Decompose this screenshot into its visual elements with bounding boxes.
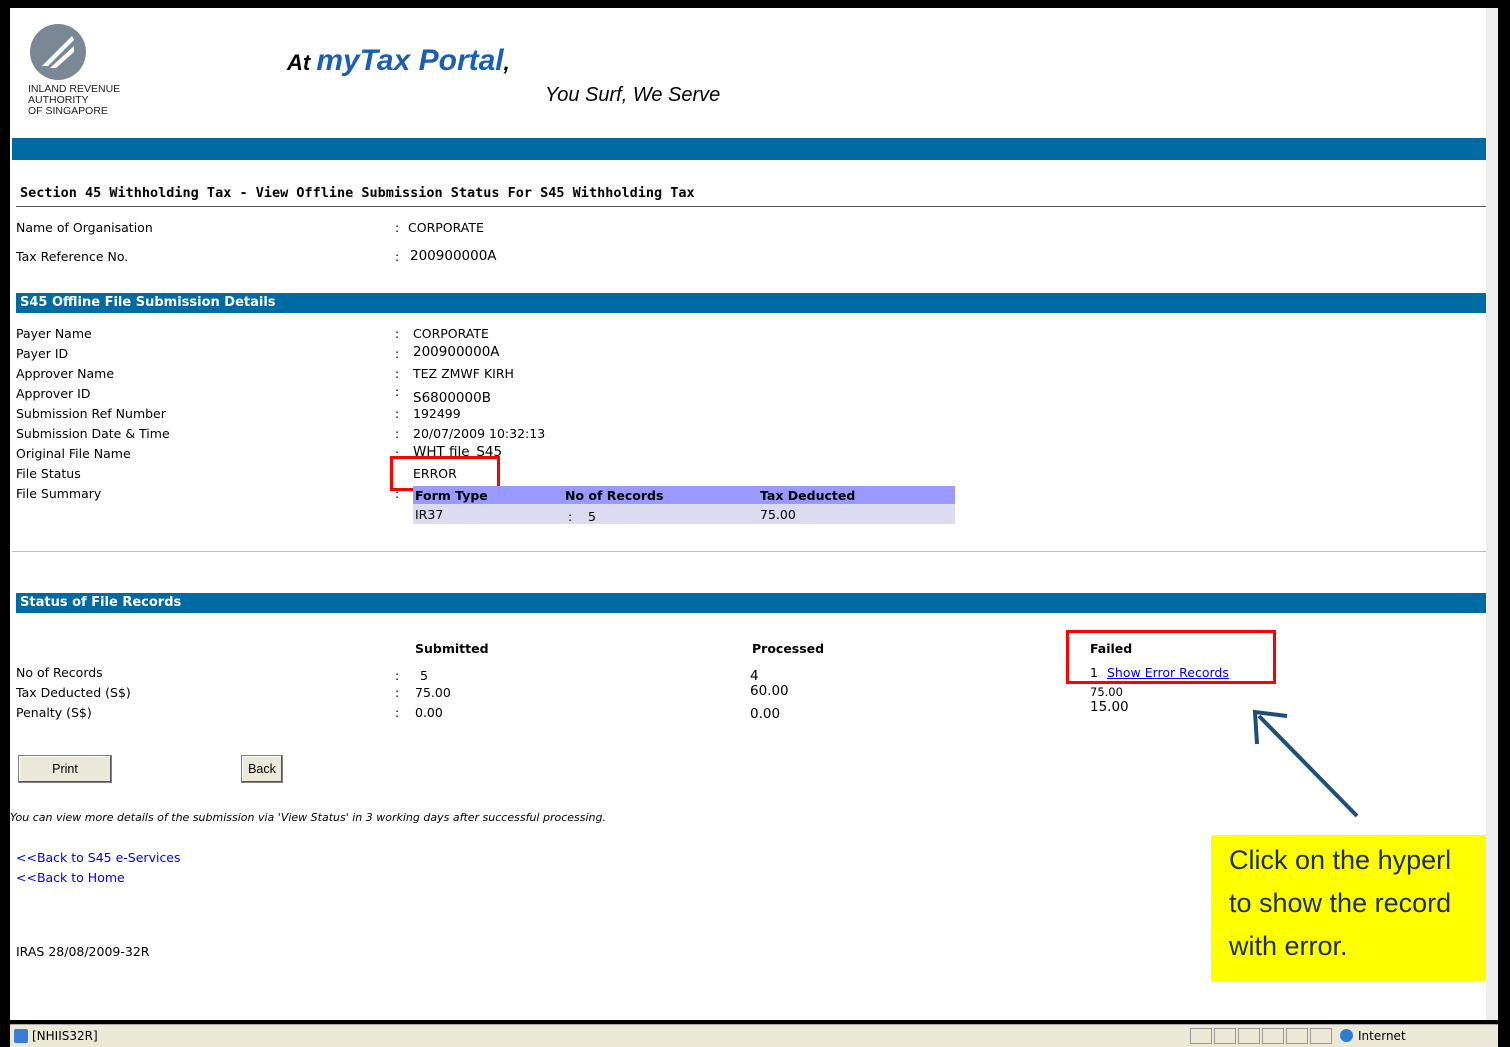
- detail-label: File Summary: [16, 486, 102, 501]
- back-to-home-link[interactable]: <<Back to Home: [16, 870, 125, 885]
- summary-col-form-type: Form Type: [415, 488, 488, 503]
- detail-colon: :: [395, 384, 400, 399]
- status-cell: [1262, 1028, 1284, 1044]
- org-name-label: Name of Organisation: [16, 220, 153, 235]
- status-colon: :: [395, 668, 400, 683]
- detail-colon: :: [395, 346, 400, 361]
- col-submitted: Submitted: [415, 641, 489, 656]
- detail-value: 20/07/2009 10:32:13: [413, 426, 546, 441]
- summary-col-tax: Tax Deducted: [760, 488, 856, 503]
- summary-form-type: IR37: [415, 507, 444, 522]
- detail-colon: :: [395, 406, 400, 421]
- browser-status-bar: [NHIIS32R] Internet: [10, 1024, 1498, 1047]
- submitted-value: 0.00: [415, 705, 443, 720]
- vertical-scrollbar[interactable]: [1486, 8, 1498, 1020]
- taxref-colon: :: [395, 249, 400, 264]
- detail-value: 192499: [413, 406, 461, 421]
- file-summary-table: Form Type No of Records Tax Deducted IR3…: [413, 486, 955, 524]
- iras-logo-icon: [30, 24, 86, 80]
- detail-colon: :: [395, 426, 400, 441]
- title-divider: [16, 206, 1496, 207]
- browser-viewport: INLAND REVENUE AUTHORITY OF SINGAPORE At…: [10, 8, 1498, 1020]
- slogan-brand: myTax Portal: [316, 44, 504, 77]
- taxref-label: Tax Reference No.: [16, 249, 129, 264]
- portal-tagline: You Surf, We Serve: [545, 84, 721, 106]
- callout-line-3: with error.: [1229, 931, 1348, 961]
- detail-label: Submission Date & Time: [16, 426, 170, 441]
- iras-logo: [28, 22, 88, 82]
- status-cell: [1190, 1028, 1212, 1044]
- processed-value: 60.00: [750, 683, 789, 699]
- status-cell: [1310, 1028, 1332, 1044]
- details-section-header: S45 Offline File Submission Details: [16, 293, 1496, 313]
- globe-icon: [1340, 1029, 1353, 1042]
- detail-value: CORPORATE: [413, 326, 489, 341]
- processed-value: 0.00: [750, 706, 781, 722]
- detail-label: File Status: [16, 466, 81, 481]
- processed-value: 4: [750, 668, 759, 684]
- status-colon: :: [395, 705, 400, 720]
- status-label: No of Records: [16, 665, 103, 680]
- status-cell: [1214, 1028, 1236, 1044]
- detail-label: Approver ID: [16, 386, 91, 401]
- back-button[interactable]: Back: [241, 755, 283, 783]
- page-title: Section 45 Withholding Tax - View Offlin…: [20, 185, 695, 201]
- summary-header-row: [413, 486, 955, 504]
- detail-value: S6800000B: [413, 390, 491, 406]
- summary-tax: 75.00: [760, 507, 796, 522]
- org-name-colon: :: [395, 220, 400, 235]
- status-cell: [1286, 1028, 1308, 1044]
- taxref-value: 200900000A: [410, 248, 497, 264]
- detail-label: Approver Name: [16, 366, 115, 381]
- status-section-header: Status of File Records: [16, 593, 1496, 613]
- detail-colon: :: [395, 326, 400, 341]
- zone-text: Internet: [1358, 1029, 1406, 1043]
- back-to-s45-link[interactable]: <<Back to S45 e-Services: [16, 850, 181, 865]
- detail-label: Submission Ref Number: [16, 406, 166, 421]
- callout-arrow: [1252, 709, 1359, 818]
- detail-value: TEZ ZMWF KIRH: [413, 366, 514, 381]
- summary-records: 5: [588, 509, 596, 524]
- detail-label: Payer Name: [16, 326, 92, 341]
- header-band: [12, 138, 1496, 160]
- page-icon: [14, 1029, 28, 1043]
- detail-value: 200900000A: [413, 344, 500, 360]
- org-name: INLAND REVENUE AUTHORITY OF SINGAPORE: [28, 84, 120, 117]
- slogan-prefix: At: [287, 50, 317, 75]
- callout-line-2: to show the record: [1229, 888, 1452, 918]
- portal-slogan: At myTax Portal,: [287, 44, 510, 78]
- summary-col-records: No of Records: [565, 488, 664, 503]
- detail-label: Original File Name: [16, 446, 131, 461]
- processing-note: You can view more details of the submiss…: [10, 811, 606, 824]
- org-name-value: CORPORATE: [408, 220, 484, 235]
- arrow-shaft: [1257, 714, 1359, 818]
- summary-data-row: [413, 504, 955, 524]
- submitted-value: 5: [420, 668, 428, 683]
- status-page-text: [NHIIS32R]: [32, 1029, 98, 1043]
- org-line-3: OF SINGAPORE: [28, 105, 108, 117]
- submitted-value: 75.00: [415, 685, 451, 700]
- col-processed: Processed: [752, 641, 825, 656]
- status-label: Tax Deducted (S$): [16, 685, 131, 700]
- summary-colon: :: [568, 509, 573, 524]
- slogan-comma: ,: [503, 50, 510, 75]
- status-colon: :: [395, 685, 400, 700]
- callout-box: Click on the hyperl to show the record w…: [1211, 835, 1498, 981]
- detail-colon: :: [395, 366, 400, 381]
- failed-value: 15.00: [1090, 699, 1129, 715]
- status-cell: [1238, 1028, 1260, 1044]
- failed-value: 75.00: [1090, 685, 1123, 699]
- footer-code: IRAS 28/08/2009-32R: [16, 944, 150, 959]
- details-divider: [12, 551, 1498, 552]
- failed-highlight: [1066, 630, 1276, 684]
- callout-line-1: Click on the hyperl: [1229, 845, 1452, 875]
- detail-label: Payer ID: [16, 346, 69, 361]
- status-label: Penalty (S$): [16, 705, 92, 720]
- print-button[interactable]: Print: [18, 755, 112, 783]
